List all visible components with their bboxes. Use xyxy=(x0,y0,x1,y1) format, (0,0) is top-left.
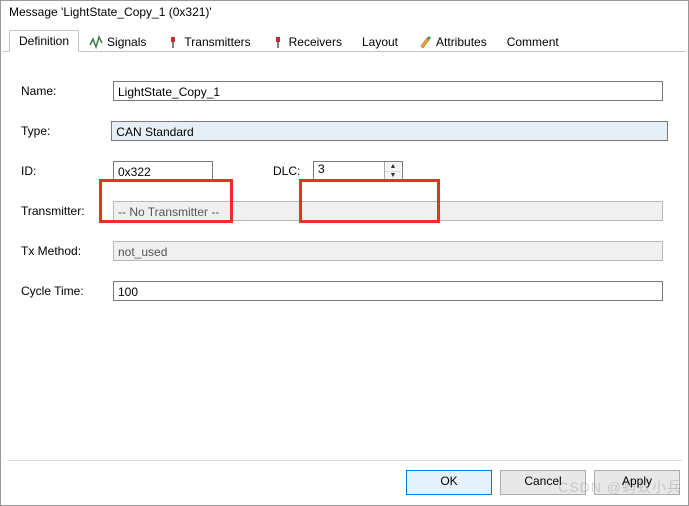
dlc-value[interactable]: 3 xyxy=(314,162,384,180)
id-label: ID: xyxy=(21,164,113,178)
definition-form: Name: LightState_Copy_1 Type: CAN Standa… xyxy=(1,48,688,328)
separator-line xyxy=(7,460,682,461)
type-label: Type: xyxy=(21,124,111,138)
dlc-spinner-buttons: ▲ ▼ xyxy=(384,162,401,180)
id-field[interactable]: 0x322 xyxy=(113,161,213,181)
tab-definition[interactable]: Definition xyxy=(9,30,79,52)
dialog-button-bar: OK Cancel Apply xyxy=(406,470,680,495)
txmethod-label: Tx Method: xyxy=(21,244,113,258)
name-label: Name: xyxy=(21,84,113,98)
ok-button[interactable]: OK xyxy=(406,470,492,495)
name-field[interactable]: LightState_Copy_1 xyxy=(113,81,663,101)
apply-button[interactable]: Apply xyxy=(594,470,680,495)
cycletime-field[interactable]: 100 xyxy=(113,281,663,301)
tab-label: Attributes xyxy=(436,35,487,49)
tab-label: Signals xyxy=(107,35,146,49)
tab-label: Definition xyxy=(19,34,69,48)
cancel-button[interactable]: Cancel xyxy=(500,470,586,495)
transmitters-icon xyxy=(166,35,180,49)
dlc-up-button[interactable]: ▲ xyxy=(385,162,401,172)
window-title: Message 'LightState_Copy_1 (0x321)' xyxy=(1,1,688,23)
txmethod-dropdown[interactable]: not_used xyxy=(113,241,663,261)
attributes-icon xyxy=(418,35,432,49)
message-dialog: Message 'LightState_Copy_1 (0x321)' Defi… xyxy=(0,0,689,506)
dlc-stepper[interactable]: 3 ▲ ▼ xyxy=(313,161,403,181)
receivers-icon xyxy=(271,35,285,49)
tab-label: Layout xyxy=(362,35,398,49)
transmitter-dropdown[interactable]: -- No Transmitter -- xyxy=(113,201,663,221)
dlc-down-button[interactable]: ▼ xyxy=(385,172,401,181)
tab-label: Transmitters xyxy=(184,35,250,49)
tab-label: Comment xyxy=(507,35,559,49)
transmitter-label: Transmitter: xyxy=(21,204,113,218)
dlc-label: DLC: xyxy=(273,164,313,178)
signals-icon xyxy=(89,35,103,49)
cycletime-label: Cycle Time: xyxy=(21,284,113,298)
type-dropdown[interactable]: CAN Standard xyxy=(111,121,668,141)
tab-label: Receivers xyxy=(289,35,342,49)
